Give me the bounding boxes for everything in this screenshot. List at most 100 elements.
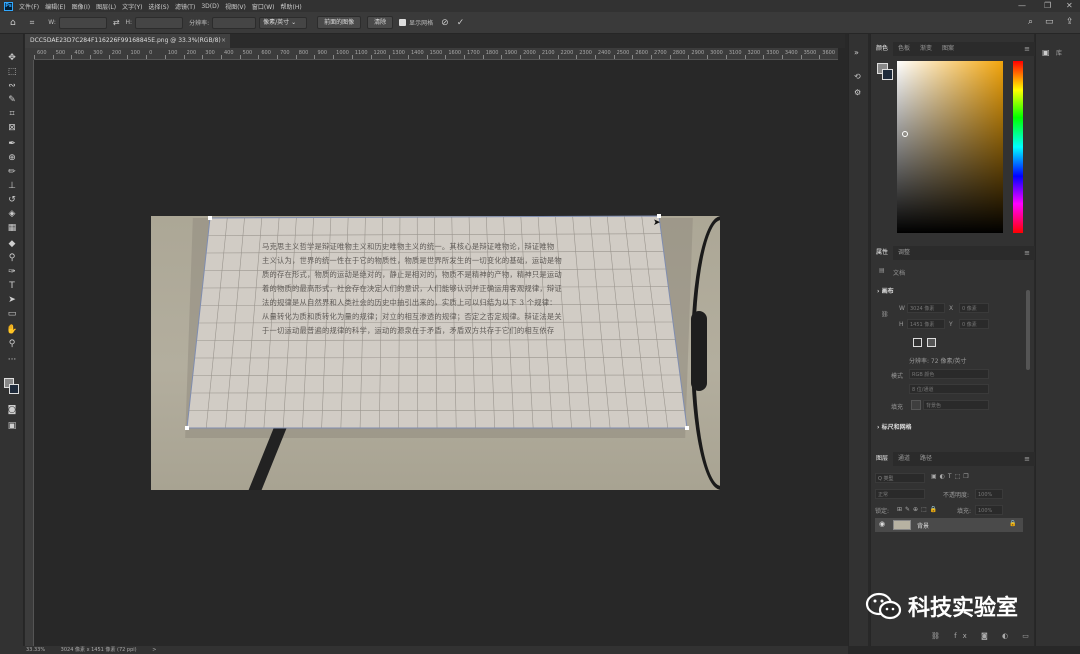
frame-tool-icon[interactable]: ⊠ bbox=[5, 122, 19, 134]
fill-select[interactable]: 背景色 bbox=[923, 400, 989, 410]
swap-icon[interactable]: ⇄ bbox=[113, 18, 120, 27]
menu-window[interactable]: 窗口(W) bbox=[252, 2, 275, 11]
lasso-tool-icon[interactable]: ∾ bbox=[5, 80, 19, 92]
panel-menu-icon[interactable]: ≡ bbox=[1024, 246, 1030, 260]
menu-filter[interactable]: 滤镜(T) bbox=[175, 2, 195, 11]
hue-slider[interactable] bbox=[1013, 61, 1023, 233]
zoom-level[interactable]: 33.33% bbox=[26, 647, 45, 653]
canvas-width-input[interactable]: 3024 像素 bbox=[907, 303, 945, 313]
dock-collapse-icon[interactable]: » bbox=[854, 48, 864, 58]
layer-visibility-eye-icon[interactable]: ◉ bbox=[879, 520, 885, 528]
share-icon[interactable]: ⇪ bbox=[1066, 17, 1074, 27]
layer-name[interactable]: 背景 bbox=[917, 521, 929, 530]
eyedropper-icon[interactable]: ✒ bbox=[5, 138, 19, 150]
panel-menu-icon[interactable]: ≡ bbox=[1024, 42, 1030, 56]
path-select-icon[interactable]: ➤ bbox=[5, 294, 19, 306]
quick-select-icon[interactable]: ✎ bbox=[5, 94, 19, 106]
fill-swatch[interactable] bbox=[911, 400, 921, 410]
tab-properties[interactable]: 属性 bbox=[871, 246, 894, 260]
cancel-icon[interactable]: ⊘ bbox=[441, 18, 449, 28]
layer-row-background[interactable]: ◉ 背景 🔒 bbox=[875, 518, 1023, 532]
eraser-icon[interactable]: ◈ bbox=[5, 208, 19, 220]
screen-mode-icon[interactable]: ▣ bbox=[5, 420, 19, 432]
panel-menu-icon[interactable]: ≡ bbox=[1024, 452, 1030, 466]
canvas-height-input[interactable]: 1451 像素 bbox=[907, 319, 945, 329]
panel-text-icon[interactable]: 库 bbox=[1056, 48, 1062, 57]
color-picker-cursor[interactable] bbox=[902, 131, 908, 137]
height-input[interactable] bbox=[135, 16, 184, 29]
minimize-button[interactable]: — bbox=[1018, 1, 1026, 10]
search-icon[interactable]: ⌕ bbox=[1028, 17, 1033, 27]
front-image-button[interactable]: 前面的图像 bbox=[317, 16, 362, 29]
menu-3d[interactable]: 3D(D) bbox=[201, 3, 219, 10]
rectangle-tool-icon[interactable]: ▭ bbox=[5, 308, 19, 320]
background-color-swatch[interactable] bbox=[9, 384, 19, 394]
libraries-icon[interactable]: ▣ bbox=[1042, 48, 1050, 57]
tab-channels[interactable]: 通道 bbox=[893, 452, 915, 466]
close-window-button[interactable]: ✕ bbox=[1066, 1, 1073, 10]
gradient-tool-icon[interactable]: ▦ bbox=[5, 222, 19, 234]
dodge-tool-icon[interactable]: ⚲ bbox=[5, 252, 19, 264]
crop-tool-icon[interactable]: ⌗ bbox=[5, 108, 19, 120]
layer-filter-search[interactable]: Q 类型 bbox=[875, 473, 925, 483]
show-grid-checkbox[interactable] bbox=[399, 19, 407, 26]
home-icon[interactable]: ⌂ bbox=[10, 18, 16, 28]
brush-tool-icon[interactable]: ✏ bbox=[5, 166, 19, 178]
resolution-input[interactable] bbox=[212, 16, 257, 29]
tab-patterns[interactable]: 图案 bbox=[937, 42, 959, 56]
vertical-ruler[interactable] bbox=[25, 60, 34, 646]
tab-gradients[interactable]: 渐变 bbox=[915, 42, 937, 56]
menu-file[interactable]: 文件(F) bbox=[19, 2, 39, 11]
menu-select[interactable]: 选择(S) bbox=[148, 2, 169, 11]
healing-brush-icon[interactable]: ⊕ bbox=[5, 152, 19, 164]
tab-adjustments[interactable]: 调整 bbox=[893, 246, 915, 260]
history-brush-icon[interactable]: ↺ bbox=[5, 194, 19, 206]
unit-select[interactable]: 像素/英寸 ⌄ bbox=[259, 16, 308, 29]
canvas-section-header[interactable]: › 画布 bbox=[877, 286, 894, 295]
move-tool-icon[interactable]: ✥ bbox=[5, 52, 19, 64]
layer-fill-input[interactable]: 100% bbox=[975, 505, 1003, 515]
landscape-icon[interactable] bbox=[927, 338, 936, 347]
menu-type[interactable]: 文字(Y) bbox=[122, 2, 142, 11]
depth-select[interactable]: 8 位/通道 bbox=[909, 384, 989, 394]
tab-swatches[interactable]: 色板 bbox=[893, 42, 915, 56]
workspace-icon[interactable]: ▭ bbox=[1045, 17, 1054, 27]
clear-button[interactable]: 清除 bbox=[367, 16, 394, 29]
color-picker-field[interactable] bbox=[897, 61, 1003, 233]
blur-tool-icon[interactable]: ◆ bbox=[5, 238, 19, 250]
opacity-input[interactable]: 100% bbox=[975, 489, 1003, 499]
marquee-tool-icon[interactable]: ⬚ bbox=[5, 66, 19, 78]
rulers-grid-section-header[interactable]: › 标尺和网格 bbox=[877, 422, 912, 431]
canvas-x-input[interactable]: 0 像素 bbox=[959, 303, 989, 313]
menu-view[interactable]: 视图(V) bbox=[225, 2, 246, 11]
status-arrow-icon[interactable]: > bbox=[152, 647, 156, 653]
panel-background-swatch[interactable] bbox=[882, 69, 893, 80]
crop-tool-preset-icon[interactable]: ⌗ bbox=[30, 18, 35, 28]
check-icon[interactable]: ✓ bbox=[457, 18, 465, 28]
width-input[interactable] bbox=[58, 16, 107, 29]
stamp-tool-icon[interactable]: ⊥ bbox=[5, 180, 19, 192]
properties-scrollbar[interactable] bbox=[1026, 290, 1030, 370]
mode-select[interactable]: RGB 颜色 bbox=[909, 369, 989, 379]
hand-tool-icon[interactable]: ✋ bbox=[5, 324, 19, 336]
canvas-y-input[interactable]: 0 像素 bbox=[959, 319, 989, 329]
horizontal-ruler[interactable]: 600 500 400 300 200 100 0 100 200 300 400 500 600 700… bbox=[34, 48, 838, 60]
quick-mask-icon[interactable]: ◙ bbox=[5, 404, 19, 416]
maximize-button[interactable]: ❐ bbox=[1044, 1, 1051, 10]
menu-layer[interactable]: 图层(L) bbox=[96, 2, 116, 11]
tab-color[interactable]: 颜色 bbox=[871, 42, 894, 56]
close-tab-icon[interactable]: × bbox=[221, 34, 226, 48]
menu-help[interactable]: 帮助(H) bbox=[281, 2, 302, 11]
menu-image[interactable]: 图像(I) bbox=[72, 2, 90, 11]
lock-icons[interactable]: ⊞✎⊕⬚🔒 bbox=[897, 506, 940, 513]
type-tool-icon[interactable]: T bbox=[5, 280, 19, 292]
tab-layers[interactable]: 图层 bbox=[871, 452, 894, 466]
zoom-tool-icon[interactable]: ⚲ bbox=[5, 338, 19, 350]
more-tools-icon[interactable]: ··· bbox=[5, 354, 19, 366]
document-tab[interactable]: DCC5DAE23D7C284F1162​26F99168845E.png @ … bbox=[25, 34, 230, 48]
link-icon[interactable]: ⛓ bbox=[881, 311, 889, 318]
portrait-icon[interactable] bbox=[913, 338, 922, 347]
tab-paths[interactable]: 路径 bbox=[915, 452, 937, 466]
pen-tool-icon[interactable]: ✑ bbox=[5, 266, 19, 278]
menu-edit[interactable]: 编辑(E) bbox=[45, 2, 65, 11]
